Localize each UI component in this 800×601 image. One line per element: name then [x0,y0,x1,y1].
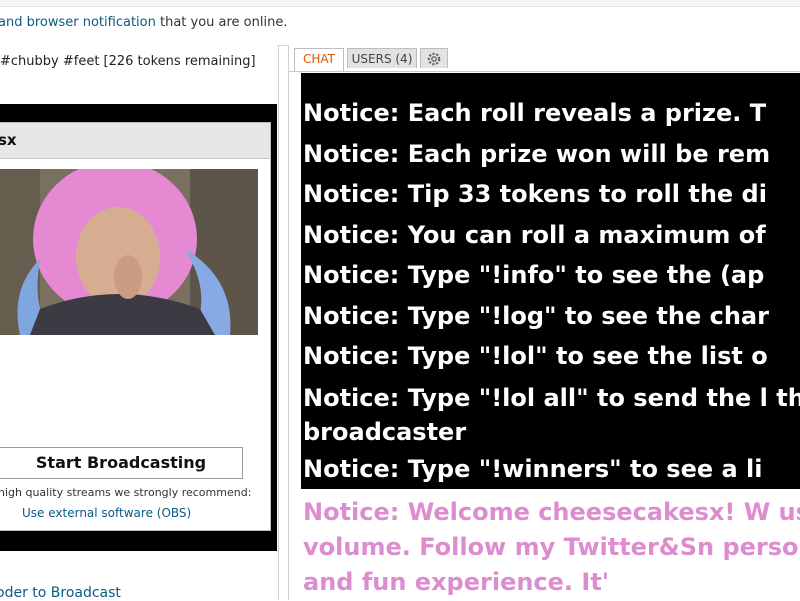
chat-message: Notice: Type "!log" to see the char [303,301,769,330]
chat-message: Notice: You can roll a maximum of [303,220,766,249]
chat-panel: CHAT USERS (4) Notice: Each roll reveals… [288,45,800,600]
welcome-message: Notice: Welcome cheesecakesx! W use volu… [303,498,800,596]
notice-block: Notice: Each roll reveals a prize. T Not… [301,73,800,489]
encoder-link[interactable]: oder to Broadcast [0,585,121,601]
tab-chat[interactable]: CHAT [294,48,344,71]
room-subject: #chubby #feet [226 tokens remaining] [0,54,256,69]
chat-message: Notice: Type "!lol" to see the list o [303,342,768,370]
notification-suffix: that you are online. [155,15,288,30]
chat-message: Notice: Type "!lol all" to send the l th… [303,383,800,446]
start-broadcasting-button[interactable]: Start Broadcasting [0,447,243,479]
chat-message: Notice: Tip 33 tokens to roll the di [303,180,767,208]
chat-tabs: CHAT USERS (4) [289,45,800,72]
broadcast-header: sx [0,123,270,159]
notification-text: and browser notification that you are on… [0,15,287,30]
chat-message: Notice: Each prize won will be rem [303,139,771,168]
notification-topline [0,0,800,7]
notification-bar: and browser notification that you are on… [0,0,800,46]
gear-icon [427,52,441,66]
browser-notification-link[interactable]: and browser notification [0,15,156,30]
quality-hint: high quality streams we strongly recomme… [0,486,252,499]
external-software-link[interactable]: Use external software (OBS) [22,506,191,520]
video-frame: sx Start Broadcasting high quality strea… [0,104,277,551]
chat-message-partial [301,73,800,93]
chat-message: Notice: Each roll reveals a prize. T [303,99,767,127]
chat-messages[interactable]: Notice: Each roll reveals a prize. T Not… [301,73,800,600]
webcam-preview [0,169,258,335]
tab-users[interactable]: USERS (4) [347,48,417,68]
webcam-preview-image [0,169,258,335]
chat-message: Notice: Type "!info" to see the (ap [303,261,765,289]
broadcaster-name: sx [0,131,17,149]
tab-settings[interactable] [420,48,448,68]
broadcast-panel: #chubby #feet [226 tokens remaining] sx [0,45,279,601]
chat-message: Notice: Type "!winners" to see a li [303,454,763,483]
broadcast-box: sx Start Broadcasting high quality strea… [0,122,271,531]
